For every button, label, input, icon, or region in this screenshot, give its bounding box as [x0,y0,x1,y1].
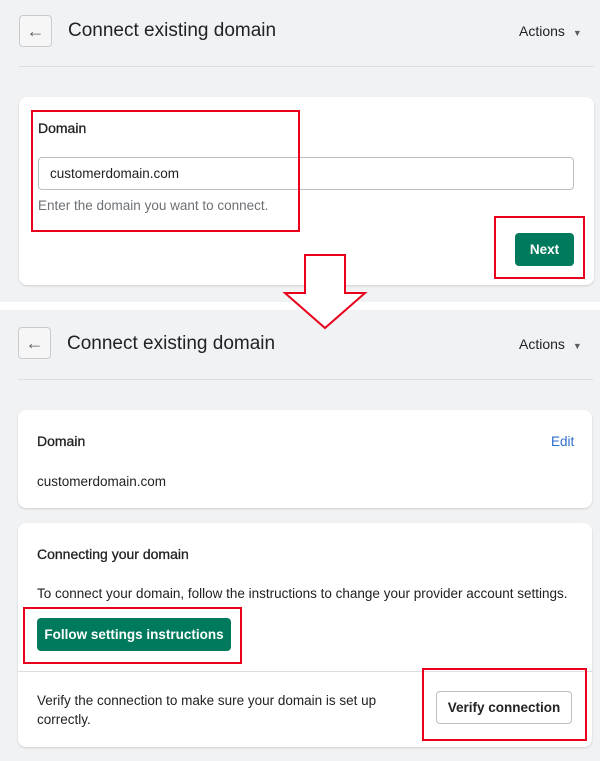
actions-menu[interactable]: Actions ▼ [519,335,582,355]
back-button[interactable]: ← [18,327,51,359]
connecting-heading: Connecting your domain [37,546,189,562]
step2-panel: ← Connect existing domain Actions ▼ Domai… [0,310,600,761]
divider [19,66,594,67]
actions-label: Actions [519,336,565,352]
connecting-text: To connect your domain, follow the instr… [37,586,568,601]
connecting-card: Connecting your domain To connect your d… [18,523,592,747]
domain-value: customerdomain.com [37,474,167,489]
caret-down-icon: ▼ [572,341,582,351]
verify-connection-button[interactable]: Verify connection [436,691,572,724]
domain-help-text: Enter the domain you want to connect. [38,198,269,213]
domain-input[interactable] [38,157,574,190]
verify-text: Verify the connection to make sure your … [37,693,377,727]
arrow-left-icon: ← [25,332,44,353]
page-title: Connect existing domain [67,333,276,354]
follow-instructions-button[interactable]: Follow settings instructions [37,618,231,651]
divider [18,671,592,672]
domain-card: Domain Edit customerdomain.com [18,410,592,508]
page-title: Connect existing domain [68,20,277,41]
next-button[interactable]: Next [515,233,574,266]
actions-menu[interactable]: Actions ▼ [519,22,582,42]
back-button[interactable]: ← [19,15,52,47]
domain-label: Domain [37,433,86,449]
down-arrow-icon [282,254,368,330]
arrow-left-icon: ← [26,20,45,41]
domain-label: Domain [38,120,87,136]
divider [18,379,593,380]
edit-link[interactable]: Edit [551,434,574,449]
actions-label: Actions [519,23,565,39]
caret-down-icon: ▼ [572,28,582,38]
